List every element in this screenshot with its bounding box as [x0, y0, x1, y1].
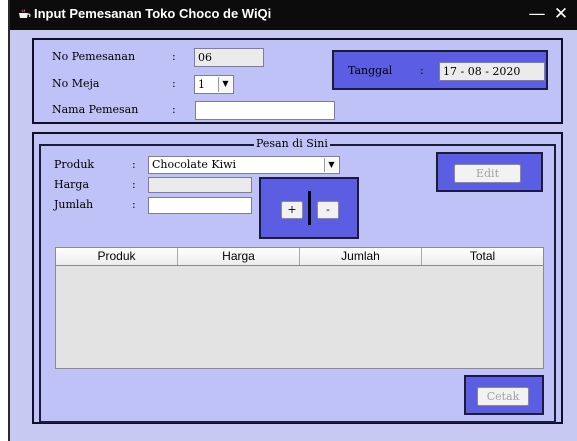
application-window: Input Pemesanan Toko Choco de WiQi — ✕ N…: [8, 0, 577, 441]
order-header-panel: No Pemesanan : 06 No Meja : 1 ▼ Nama Pem…: [32, 38, 563, 124]
colon: :: [420, 64, 424, 77]
edit-button[interactable]: Edit: [454, 164, 521, 183]
pesan-group-title: Pesan di Sini: [254, 137, 330, 150]
cetak-button-box: Cetak: [464, 375, 544, 415]
minus-button[interactable]: -: [317, 201, 339, 219]
divider: [308, 191, 311, 225]
nama-pemesan-input[interactable]: [195, 101, 335, 120]
cetak-button[interactable]: Cetak: [477, 387, 529, 406]
order-table[interactable]: Produk Harga Jumlah Total: [55, 247, 544, 369]
no-pemesanan-label: No Pemesanan: [52, 50, 136, 63]
chevron-down-icon[interactable]: ▼: [218, 77, 232, 92]
colon: :: [132, 158, 136, 171]
plus-button[interactable]: +: [281, 201, 303, 219]
nama-pemesan-label: Nama Pemesan: [52, 103, 139, 116]
tanggal-box: Tanggal : 17 - 08 - 2020: [332, 50, 548, 90]
java-cup-icon: [19, 9, 31, 18]
tanggal-label: Tanggal: [348, 64, 393, 77]
column-header-produk[interactable]: Produk: [56, 248, 178, 265]
produk-value: Chocolate Kiwi: [152, 158, 237, 171]
no-meja-label: No Meja: [52, 77, 100, 90]
harga-label: Harga: [54, 178, 90, 191]
quantity-controls: + -: [259, 177, 359, 239]
edit-button-box: Edit: [436, 152, 543, 192]
tanggal-field[interactable]: 17 - 08 - 2020: [439, 62, 545, 81]
jumlah-input[interactable]: [148, 197, 252, 214]
chevron-down-icon[interactable]: ▼: [324, 158, 338, 172]
minimize-button[interactable]: —: [528, 4, 546, 24]
no-meja-select[interactable]: 1 ▼: [194, 75, 234, 94]
colon: :: [132, 178, 136, 191]
colon: :: [172, 77, 176, 90]
window-title: Input Pemesanan Toko Choco de WiQi: [34, 6, 272, 21]
colon: :: [132, 198, 136, 211]
title-bar[interactable]: Input Pemesanan Toko Choco de WiQi — ✕: [10, 0, 577, 30]
jumlah-label: Jumlah: [54, 198, 94, 211]
no-pemesanan-field[interactable]: 06: [194, 48, 264, 67]
colon: :: [172, 103, 176, 116]
close-button[interactable]: ✕: [552, 4, 570, 24]
order-entry-panel: Pesan di Sini Produk : Chocolate Kiwi ▼ …: [32, 132, 563, 424]
column-header-total[interactable]: Total: [422, 248, 543, 265]
table-header: Produk Harga Jumlah Total: [56, 248, 543, 266]
harga-field[interactable]: [148, 177, 252, 193]
no-meja-value: 1: [198, 78, 205, 91]
column-header-harga[interactable]: Harga: [178, 248, 300, 265]
produk-select[interactable]: Chocolate Kiwi ▼: [148, 156, 340, 174]
produk-label: Produk: [54, 158, 95, 171]
colon: :: [172, 50, 176, 63]
column-header-jumlah[interactable]: Jumlah: [300, 248, 422, 265]
